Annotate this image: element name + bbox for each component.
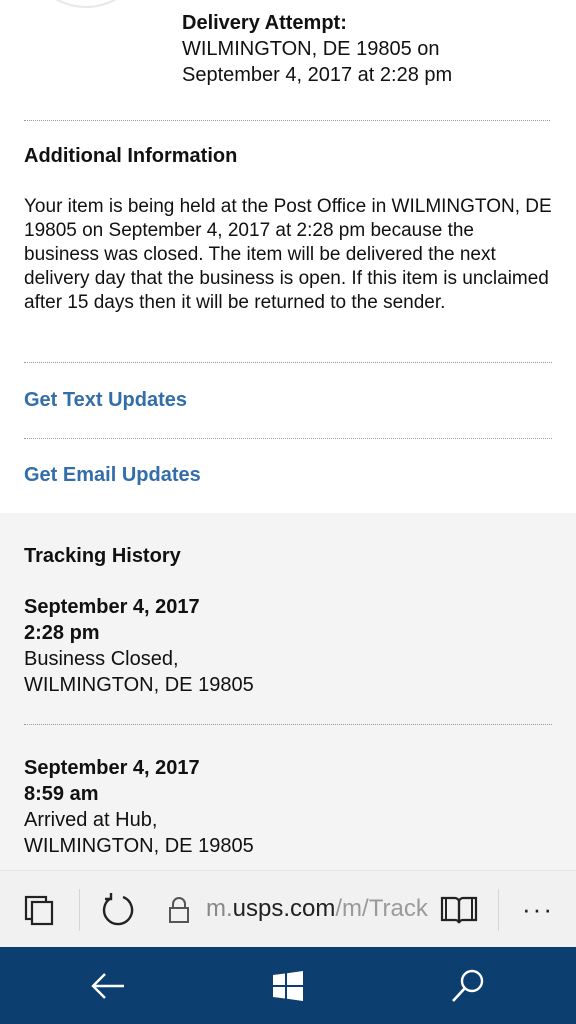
- history-entry: September 4, 2017 8:59 am Arrived at Hub…: [24, 755, 544, 859]
- back-button[interactable]: [58, 947, 158, 1024]
- divider: [24, 362, 552, 363]
- browser-bar: m. usps.com/m/Track ···: [0, 870, 576, 948]
- tracking-history-title: Tracking History: [24, 545, 181, 567]
- get-text-updates-link[interactable]: Get Text Updates: [24, 389, 187, 412]
- history-entry-date: September 4, 2017: [24, 757, 200, 779]
- delivery-attempt-datetime: September 4, 2017 at 2:28 pm: [182, 64, 453, 86]
- history-entry-status: Business Closed,: [24, 648, 179, 670]
- get-email-updates-link[interactable]: Get Email Updates: [24, 464, 201, 487]
- delivery-attempt: Delivery Attempt: WILMINGTON, DE 19805 o…: [182, 10, 552, 88]
- back-arrow-icon: [91, 972, 124, 999]
- search-icon: [452, 969, 484, 1002]
- lock-indicator: [164, 871, 194, 948]
- lock-icon: [169, 896, 189, 923]
- history-entry-time: 2:28 pm: [24, 622, 100, 644]
- refresh-icon: [102, 892, 134, 925]
- url-prefix: m.: [206, 895, 233, 922]
- history-entry-date: September 4, 2017: [24, 596, 200, 618]
- windows-logo-icon: [273, 970, 303, 1001]
- history-entry-location: WILMINGTON, DE 19805: [24, 674, 254, 696]
- start-button[interactable]: [238, 947, 338, 1024]
- status-circle-icon: [24, 0, 148, 8]
- history-entry-location: WILMINGTON, DE 19805: [24, 835, 254, 857]
- url-host: usps.com: [232, 895, 336, 922]
- history-entry-status: Arrived at Hub,: [24, 809, 158, 831]
- taskbar: [0, 947, 576, 1024]
- additional-info-text: Your item is being held at the Post Offi…: [24, 196, 552, 313]
- reading-view-icon: [440, 896, 478, 923]
- delivery-attempt-title: Delivery Attempt:: [182, 12, 347, 34]
- search-button[interactable]: [418, 947, 518, 1024]
- delivery-attempt-location: WILMINGTON, DE 19805 on: [182, 38, 440, 60]
- reading-view-button[interactable]: [434, 871, 484, 948]
- history-entry: September 4, 2017 2:28 pm Business Close…: [24, 594, 544, 698]
- divider: [24, 120, 550, 121]
- history-entry-time: 8:59 am: [24, 783, 99, 805]
- address-bar[interactable]: m. usps.com/m/Track: [206, 893, 428, 925]
- tabs-icon: [24, 895, 54, 925]
- divider: [24, 438, 552, 439]
- refresh-button[interactable]: [94, 871, 140, 948]
- additional-info-title: Additional Information: [24, 145, 238, 167]
- url-path: /m/Track: [335, 895, 428, 922]
- tracking-history-section: Tracking History September 4, 2017 2:28 …: [0, 513, 576, 870]
- tracking-page: Delivery Attempt: WILMINGTON, DE 19805 o…: [0, 0, 576, 870]
- tabs-button[interactable]: [14, 871, 64, 948]
- more-button[interactable]: ···: [510, 871, 566, 948]
- divider: [24, 724, 552, 725]
